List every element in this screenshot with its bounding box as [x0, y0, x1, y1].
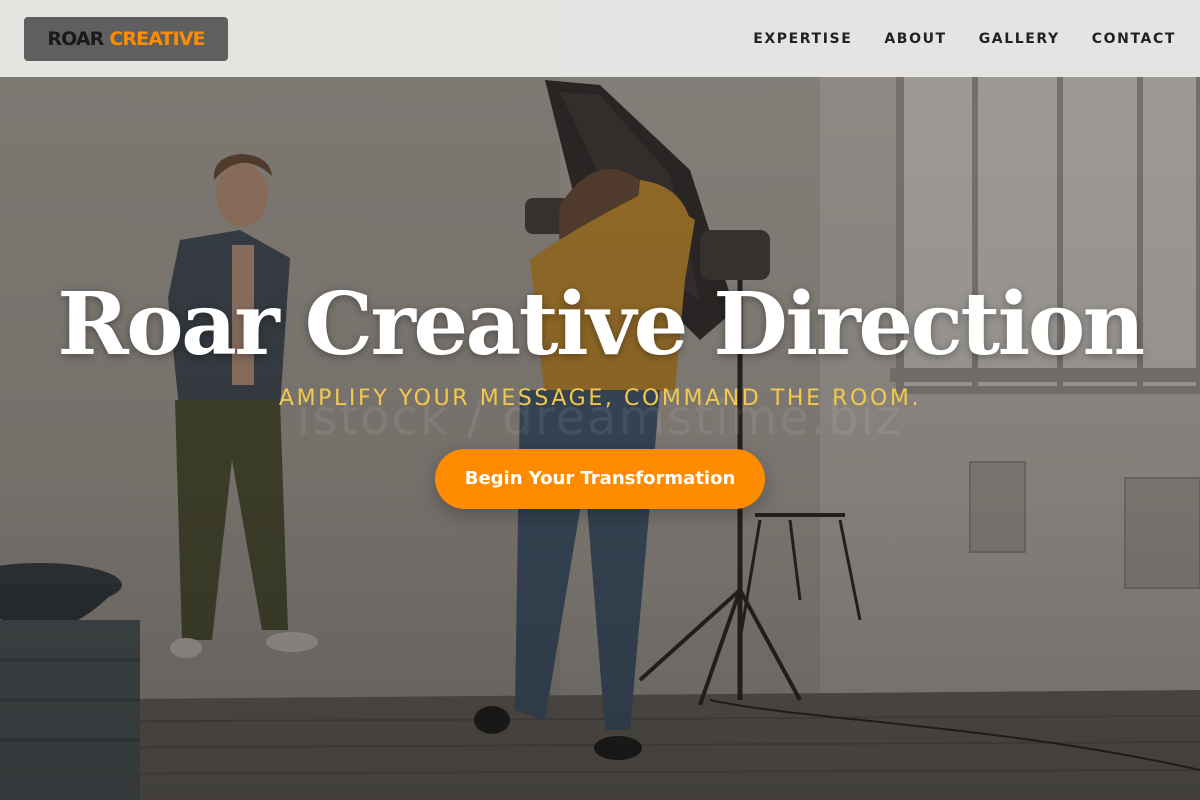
nav-link-contact[interactable]: CONTACT: [1092, 31, 1176, 47]
top-navbar: ROAR CREATIVE EXPERTISE ABOUT GALLERY CO…: [0, 0, 1200, 77]
brand-logo-part2: CREATIVE: [109, 27, 205, 50]
cta-button[interactable]: Begin Your Transformation: [435, 449, 765, 509]
hero-title: Roar Creative Direction: [57, 274, 1145, 375]
brand-logo[interactable]: ROAR CREATIVE: [24, 16, 228, 61]
main-nav: EXPERTISE ABOUT GALLERY CONTACT: [721, 31, 1176, 47]
hero-subtitle: AMPLIFY YOUR MESSAGE, COMMAND THE ROOM.: [278, 386, 922, 411]
nav-link-about[interactable]: ABOUT: [884, 31, 946, 47]
hero-content: Roar Creative Direction AMPLIFY YOUR MES…: [0, 270, 1200, 509]
nav-link-expertise[interactable]: EXPERTISE: [753, 31, 852, 47]
nav-link-gallery[interactable]: GALLERY: [979, 31, 1060, 47]
brand-logo-part1: ROAR: [47, 27, 104, 50]
